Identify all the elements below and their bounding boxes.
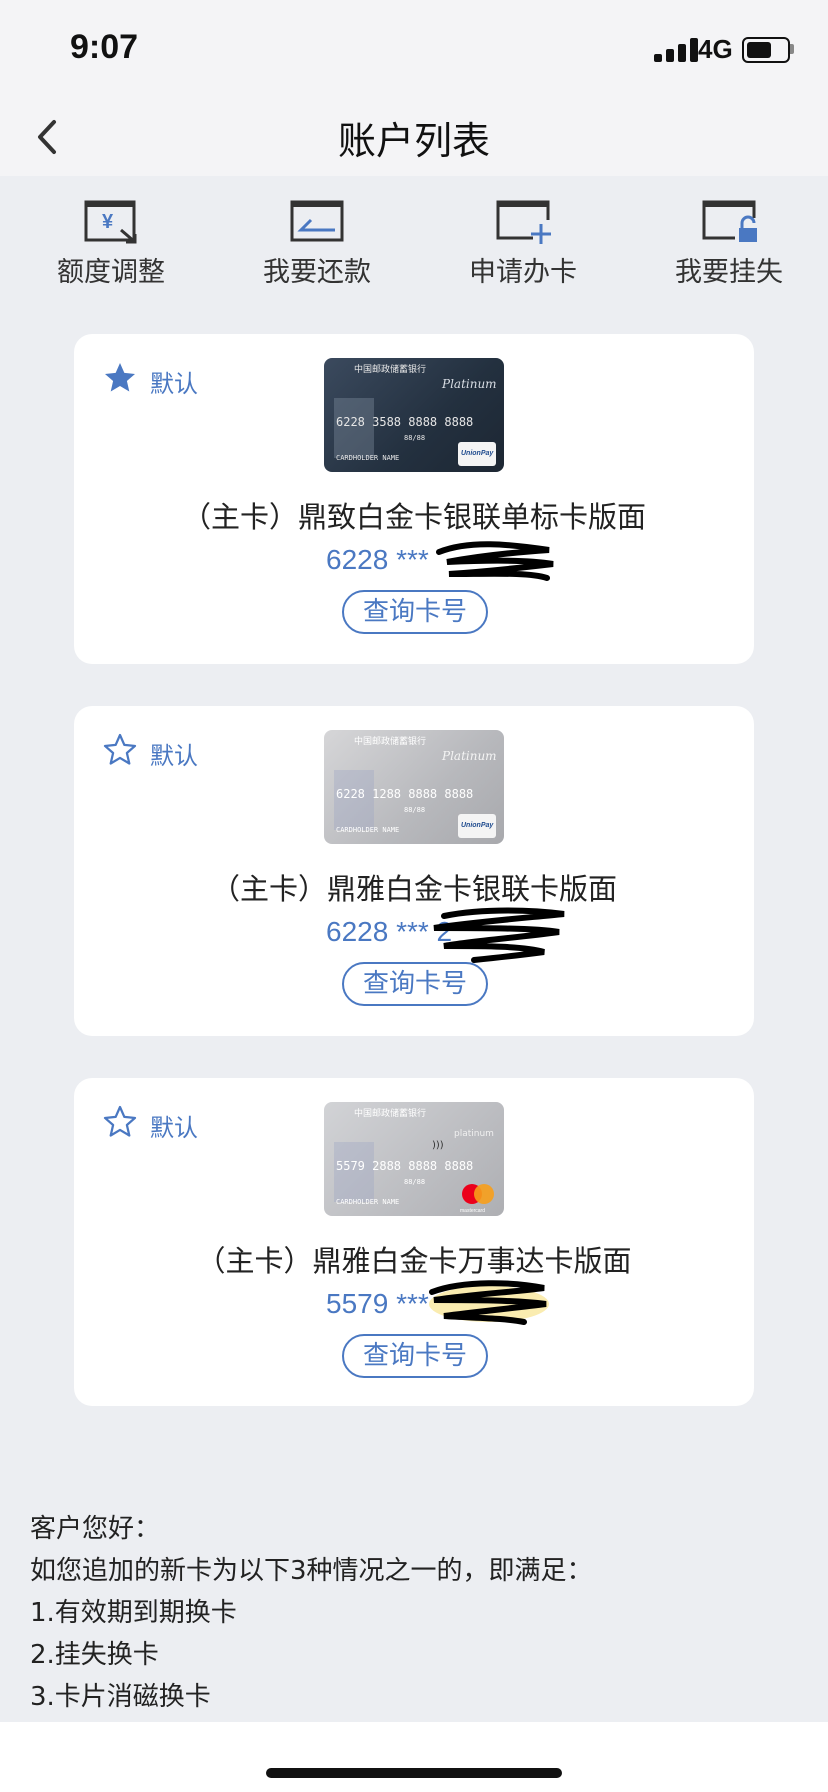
report-loss-icon (702, 200, 757, 242)
limit-adjust-button[interactable]: ¥ 额度调整 (8, 190, 214, 289)
limit-adjust-icon: ¥ (84, 200, 137, 244)
home-area (0, 1722, 828, 1792)
redaction-scribble (433, 907, 565, 963)
card-name: （主卡）鼎致白金卡银联单标卡版面 (181, 500, 646, 534)
nav-bar: 账户列表 (0, 100, 828, 176)
star-filled-icon (105, 363, 135, 392)
notice-item: 1.有效期到期换卡 (30, 1598, 237, 1628)
redaction-scribble (429, 1280, 549, 1325)
card-number: 5579 *** (326, 1288, 429, 1319)
default-label: 默认 (150, 742, 198, 770)
svg-text:6228 3588 8888 8888: 6228 3588 8888 8888 (336, 415, 473, 429)
apply-card-label: 申请办卡 (469, 257, 577, 288)
svg-text:platinum: platinum (454, 1129, 494, 1139)
card-number: 6228 *** (326, 544, 429, 575)
report-loss-button[interactable]: 我要挂失 (626, 190, 828, 289)
notice-section: 客户您好： 如您追加的新卡为以下3种情况之一的，即满足： 1.有效期到期换卡 2… (30, 1508, 790, 1718)
svg-text:Platinum: Platinum (441, 749, 497, 763)
repay-label: 我要还款 (263, 257, 371, 288)
star-outline-icon (103, 1105, 137, 1137)
notice-greeting: 客户您好： (30, 1514, 161, 1544)
default-label: 默认 (150, 370, 198, 398)
network-type: 4G (698, 34, 733, 64)
svg-text:CARDHOLDER NAME: CARDHOLDER NAME (336, 826, 399, 834)
svg-text:5579 2888 8888 8888: 5579 2888 8888 8888 (336, 1159, 473, 1173)
star-outline-icon (103, 733, 137, 765)
notice-item: 2.挂失换卡 (30, 1640, 159, 1670)
svg-text:))): ))) (432, 1140, 444, 1151)
svg-text:UnionPay: UnionPay (461, 450, 494, 457)
svg-text:中国邮政储蓄银行: 中国邮政储蓄银行 (354, 363, 426, 375)
apply-card-button[interactable]: 申请办卡 (420, 190, 626, 289)
card-item[interactable]: 默认 中国邮政储蓄银行 Platinum 6228 1288 8888 8888… (74, 706, 754, 1036)
page-title: 账户列表 (337, 119, 490, 163)
svg-text:88/88: 88/88 (404, 434, 425, 442)
signal-icon (654, 38, 700, 62)
battery-icon (742, 37, 790, 63)
svg-text:6228 1288 8888 8888: 6228 1288 8888 8888 (336, 787, 473, 801)
repay-icon (290, 200, 344, 242)
svg-text:CARDHOLDER NAME: CARDHOLDER NAME (336, 454, 399, 462)
query-card-number-button[interactable]: 查询卡号 (342, 962, 488, 1006)
svg-text:88/88: 88/88 (404, 1178, 425, 1186)
default-label: 默认 (150, 1114, 198, 1142)
svg-text:¥: ¥ (102, 211, 114, 233)
svg-text:中国邮政储蓄银行: 中国邮政储蓄银行 (354, 735, 426, 747)
report-loss-label: 我要挂失 (675, 257, 783, 288)
notice-item: 3.卡片消磁换卡 (30, 1682, 211, 1712)
svg-text:mastercard: mastercard (460, 1208, 485, 1214)
svg-text:Platinum: Platinum (441, 377, 497, 391)
limit-adjust-label: 额度调整 (57, 257, 165, 288)
card-item[interactable]: 默认 中国邮政储蓄银行 Platinum 6228 3588 8888 8888… (74, 334, 754, 664)
card-name: （主卡）鼎雅白金卡万事达卡版面 (196, 1244, 632, 1278)
status-time: 9:07 (70, 28, 139, 66)
status-bar: 9:07 4G (0, 0, 828, 100)
card-face-image: 中国邮政储蓄银行 platinum ))) 5579 2888 8888 888… (324, 1102, 504, 1216)
redaction-scribble (436, 541, 554, 581)
query-card-number-button[interactable]: 查询卡号 (342, 1334, 488, 1378)
card-face-image: 中国邮政储蓄银行 Platinum 6228 1288 8888 8888 88… (324, 730, 504, 844)
query-card-number-button[interactable]: 查询卡号 (342, 590, 488, 634)
home-indicator[interactable] (266, 1768, 562, 1778)
card-item[interactable]: 默认 中国邮政储蓄银行 platinum ))) 5579 2888 8888 … (74, 1078, 754, 1406)
card-face-image: 中国邮政储蓄银行 Platinum 6228 3588 8888 8888 88… (324, 358, 504, 472)
svg-text:中国邮政储蓄银行: 中国邮政储蓄银行 (354, 1107, 426, 1119)
svg-text:88/88: 88/88 (404, 806, 425, 814)
notice-intro: 如您追加的新卡为以下3种情况之一的，即满足： (30, 1556, 593, 1586)
repay-button[interactable]: 我要还款 (214, 190, 420, 289)
action-row: ¥ 额度调整 我要还款 申请办卡 我要挂失 (0, 190, 828, 300)
svg-text:CARDHOLDER NAME: CARDHOLDER NAME (336, 1198, 399, 1206)
apply-card-icon (496, 200, 551, 244)
svg-text:UnionPay: UnionPay (461, 822, 494, 829)
